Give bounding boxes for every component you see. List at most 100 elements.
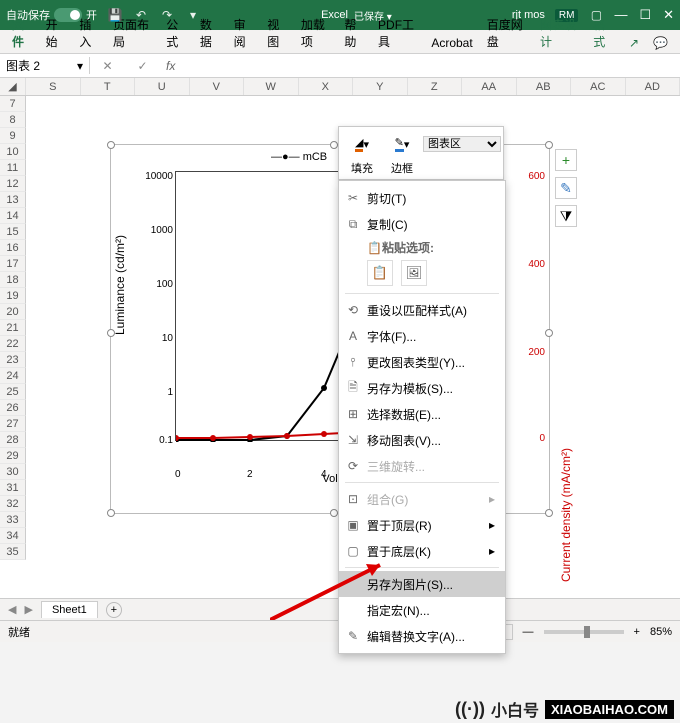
row-header[interactable]: 31 xyxy=(0,480,26,496)
menu-cut[interactable]: ✂剪切(T) xyxy=(339,185,505,211)
col-header[interactable]: AA xyxy=(462,78,517,95)
zoom-in-button[interactable]: + xyxy=(634,626,640,638)
y-axis-left-label[interactable]: Luminance (cd/m²) xyxy=(113,185,127,385)
tab-file[interactable]: 文件 xyxy=(6,13,38,53)
col-header[interactable]: S xyxy=(26,78,81,95)
chart-elements-button[interactable]: + xyxy=(555,149,577,171)
zoom-out-button[interactable]: — xyxy=(523,626,534,638)
col-header[interactable]: U xyxy=(135,78,190,95)
zoom-level[interactable]: 85% xyxy=(650,626,672,638)
fill-color-icon[interactable]: ◢▾ xyxy=(348,134,376,154)
row-header[interactable]: 20 xyxy=(0,304,26,320)
row-header[interactable]: 18 xyxy=(0,272,26,288)
col-header[interactable]: Y xyxy=(353,78,408,95)
row-header[interactable]: 23 xyxy=(0,352,26,368)
name-box-dropdown-icon[interactable]: ▾ xyxy=(77,59,83,73)
row-header[interactable]: 15 xyxy=(0,224,26,240)
tab-addins[interactable]: 加载项 xyxy=(295,13,336,53)
chart-filters-button[interactable]: ⧩ xyxy=(555,205,577,227)
select-all-corner[interactable]: ◢ xyxy=(0,78,26,95)
row-header[interactable]: 17 xyxy=(0,256,26,272)
save-icon[interactable]: 💾 xyxy=(107,7,123,23)
col-header[interactable]: V xyxy=(190,78,245,95)
row-header[interactable]: 25 xyxy=(0,384,26,400)
chart-area-select[interactable]: 图表区 xyxy=(423,136,501,152)
row-header[interactable]: 32 xyxy=(0,496,26,512)
ribbon-options-icon[interactable]: ▢ xyxy=(588,7,604,23)
paste-option-default[interactable]: 📋 xyxy=(367,260,393,286)
row-header[interactable]: 27 xyxy=(0,416,26,432)
toggle-switch[interactable] xyxy=(54,8,82,22)
sheet-nav-next[interactable]: ▶ xyxy=(24,603,32,616)
row-header[interactable]: 8 xyxy=(0,112,26,128)
sheet-tab-1[interactable]: Sheet1 xyxy=(41,601,98,618)
new-sheet-button[interactable]: + xyxy=(106,602,122,618)
col-header[interactable]: AB xyxy=(517,78,572,95)
share-icon[interactable]: ↗ xyxy=(623,33,645,53)
row-header[interactable]: 7 xyxy=(0,96,26,112)
mini-toolbar[interactable]: ◢▾ ✎▾ 图表区 填充 边框 xyxy=(338,126,504,180)
row-header[interactable]: 14 xyxy=(0,208,26,224)
row-header[interactable]: 28 xyxy=(0,432,26,448)
resize-handle[interactable] xyxy=(545,141,553,149)
redo-icon[interactable]: ↷ xyxy=(159,7,175,23)
menu-save-as-picture[interactable]: 另存为图片(S)... xyxy=(339,571,505,597)
menu-font[interactable]: A字体(F)... xyxy=(339,323,505,349)
paste-option-picture[interactable]: 🖼 xyxy=(401,260,427,286)
menu-copy[interactable]: ⧉复制(C) xyxy=(339,211,505,237)
row-header[interactable]: 9 xyxy=(0,128,26,144)
menu-save-template[interactable]: 🗎另存为模板(S)... xyxy=(339,375,505,401)
row-header[interactable]: 26 xyxy=(0,400,26,416)
menu-select-data[interactable]: ⊞选择数据(E)... xyxy=(339,401,505,427)
qat-dropdown-icon[interactable]: ▾ xyxy=(185,7,201,23)
tab-baidu[interactable]: 百度网盘 xyxy=(481,13,532,53)
menu-bring-front[interactable]: ▣置于顶层(R)▸ xyxy=(339,512,505,538)
row-header[interactable]: 22 xyxy=(0,336,26,352)
menu-reset-style[interactable]: ⟲重设以匹配样式(A) xyxy=(339,297,505,323)
tab-view[interactable]: 视图 xyxy=(261,13,293,53)
chart-styles-button[interactable]: ✎ xyxy=(555,177,577,199)
menu-assign-macro[interactable]: 指定宏(N)... xyxy=(339,597,505,623)
tab-review[interactable]: 审阅 xyxy=(228,13,260,53)
maximize-icon[interactable]: ☐ xyxy=(639,7,651,23)
resize-handle[interactable] xyxy=(330,509,338,517)
y-axis-right-label[interactable]: Current density (mA/cm²) xyxy=(559,405,573,625)
row-header[interactable]: 35 xyxy=(0,544,26,560)
resize-handle[interactable] xyxy=(545,329,553,337)
x-axis-label[interactable]: Vol xyxy=(322,473,337,485)
menu-change-chart-type[interactable]: ⫯更改图表类型(Y)... xyxy=(339,349,505,375)
row-header[interactable]: 34 xyxy=(0,528,26,544)
row-header[interactable]: 13 xyxy=(0,192,26,208)
close-icon[interactable]: ✕ xyxy=(663,7,674,23)
col-header[interactable]: T xyxy=(81,78,136,95)
name-box[interactable]: 图表 2 ▾ xyxy=(0,57,90,74)
menu-send-back[interactable]: ▢置于底层(K)▸ xyxy=(339,538,505,564)
tab-help[interactable]: 帮助 xyxy=(338,13,370,53)
row-header[interactable]: 21 xyxy=(0,320,26,336)
col-header[interactable]: AD xyxy=(626,78,680,95)
sheet-nav-prev[interactable]: ◀ xyxy=(8,603,16,616)
menu-edit-alt-text[interactable]: ✎编辑替换文字(A)... xyxy=(339,623,505,649)
resize-handle[interactable] xyxy=(107,141,115,149)
col-header[interactable]: X xyxy=(299,78,354,95)
undo-icon[interactable]: ↶ xyxy=(133,7,149,23)
fx-label[interactable]: fx xyxy=(160,59,181,73)
col-header[interactable]: Z xyxy=(408,78,463,95)
row-header[interactable]: 16 xyxy=(0,240,26,256)
comments-icon[interactable]: 💬 xyxy=(647,33,674,53)
row-header[interactable]: 24 xyxy=(0,368,26,384)
row-header[interactable]: 11 xyxy=(0,160,26,176)
resize-handle[interactable] xyxy=(107,509,115,517)
row-header[interactable]: 12 xyxy=(0,176,26,192)
menu-move-chart[interactable]: ⇲移动图表(V)... xyxy=(339,427,505,453)
resize-handle[interactable] xyxy=(545,509,553,517)
col-header[interactable]: AC xyxy=(571,78,626,95)
formula-input[interactable] xyxy=(181,54,680,77)
tab-pdf[interactable]: PDF工具 xyxy=(372,13,423,53)
tab-acrobat[interactable]: Acrobat xyxy=(425,33,478,53)
resize-handle[interactable] xyxy=(330,141,338,149)
chart-legend[interactable]: —●— mCB xyxy=(271,151,327,163)
tab-chart-design[interactable]: 图表设计 xyxy=(534,13,585,53)
row-header[interactable]: 33 xyxy=(0,512,26,528)
row-header[interactable]: 19 xyxy=(0,288,26,304)
